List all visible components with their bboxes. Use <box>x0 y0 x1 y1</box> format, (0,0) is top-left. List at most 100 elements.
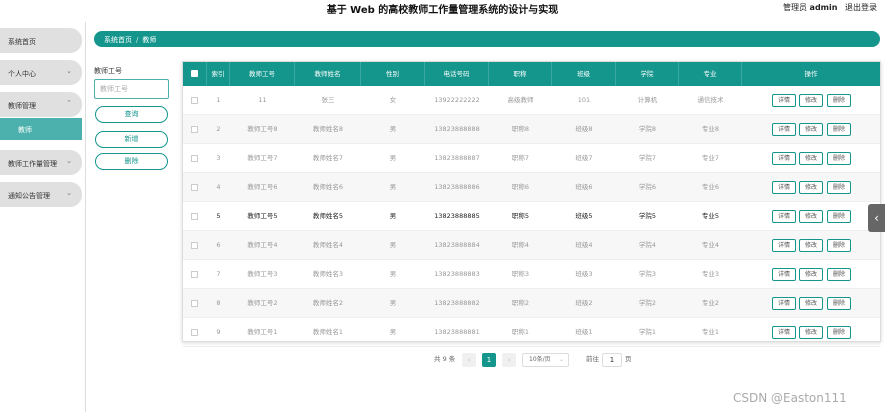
goto-page-input[interactable]: 1 <box>602 353 622 367</box>
search-input[interactable] <box>94 79 169 99</box>
cell-college: 计算机 <box>637 96 658 104</box>
cell-gender: 男 <box>389 241 397 249</box>
delete-button[interactable]: 删除 <box>827 297 851 310</box>
cell-major: 专业1 <box>701 328 720 336</box>
cell-phone: 13823888882 <box>434 299 480 307</box>
cell-title: 职称3 <box>511 270 530 278</box>
delete-button[interactable]: 删除 <box>95 153 168 170</box>
breadcrumb: 系统首页 / 教师 <box>94 31 880 47</box>
column-header: 教师姓名 <box>295 62 361 86</box>
cell-gender: 男 <box>389 299 397 307</box>
row-checkbox[interactable] <box>191 242 198 249</box>
cell-name: 教师姓名5 <box>312 212 344 220</box>
cell-class: 班级7 <box>575 154 593 162</box>
cell-phone: 13823888883 <box>434 270 480 278</box>
row-checkbox[interactable] <box>191 329 198 336</box>
detail-button[interactable]: 详情 <box>772 123 796 136</box>
delete-button[interactable]: 删除 <box>827 94 851 107</box>
row-checkbox[interactable] <box>191 213 198 220</box>
cell-phone: 13823888886 <box>434 183 480 191</box>
sidebar-item-label: 教师管理 <box>8 102 36 110</box>
goto-label: 前往 <box>586 355 599 363</box>
edit-button[interactable]: 修改 <box>799 123 823 136</box>
cell-major: 专业7 <box>701 154 720 162</box>
row-checkbox[interactable] <box>191 300 198 307</box>
chevron-up-icon: ⌃ <box>66 99 72 107</box>
detail-button[interactable]: 详情 <box>772 239 796 252</box>
edit-button[interactable]: 修改 <box>799 268 823 281</box>
admin-label: 管理员 admin <box>783 2 837 13</box>
cell-name: 教师姓名7 <box>312 154 344 162</box>
delete-button[interactable]: 删除 <box>827 210 851 223</box>
edit-button[interactable]: 修改 <box>799 152 823 165</box>
admin-name: admin <box>809 3 838 12</box>
add-button[interactable]: 新增 <box>95 131 168 148</box>
sidebar-item-teacher-mgmt[interactable]: 教师管理 ⌃ <box>0 92 82 117</box>
edit-button[interactable]: 修改 <box>799 239 823 252</box>
chevron-left-icon[interactable]: ‹ <box>868 204 885 232</box>
cell-name: 教师姓名4 <box>312 241 344 249</box>
detail-button[interactable]: 详情 <box>772 326 796 339</box>
detail-button[interactable]: 详情 <box>772 268 796 281</box>
next-page-button[interactable]: › <box>502 353 516 367</box>
column-header: 索引 <box>207 62 230 86</box>
delete-button[interactable]: 删除 <box>827 123 851 136</box>
sidebar-item-workload-mgmt[interactable]: 教师工作量管理 ⌄ <box>0 150 82 175</box>
sidebar-item-notice-mgmt[interactable]: 通知公告管理 ⌄ <box>0 182 82 207</box>
prev-page-button[interactable]: ‹ <box>462 353 476 367</box>
cell-name: 教师姓名3 <box>312 270 344 278</box>
page-size-select[interactable]: 10条/页 ⌄ <box>522 353 569 367</box>
page-button[interactable]: 1 <box>482 353 496 367</box>
sidebar-item-personal[interactable]: 个人中心 ⌄ <box>0 60 82 85</box>
detail-button[interactable]: 详情 <box>772 181 796 194</box>
cell-class: 班级5 <box>575 212 593 220</box>
query-button[interactable]: 查询 <box>95 106 168 123</box>
sidebar: 系统首页 个人中心 ⌄ 教师管理 ⌃ 教师 教师工作量管理 ⌄ 通知公告管理 ⌄ <box>0 22 86 412</box>
cell-index: 5 <box>216 212 221 220</box>
row-checkbox[interactable] <box>191 97 198 104</box>
detail-button[interactable]: 详情 <box>772 152 796 165</box>
sidebar-item-label: 系统首页 <box>8 38 36 46</box>
breadcrumb-home[interactable]: 系统首页 <box>104 36 132 44</box>
cell-index: 1 <box>216 96 221 104</box>
cell-id: 教师工号2 <box>247 299 278 307</box>
logout-link[interactable]: 退出登录 <box>845 2 877 13</box>
row-checkbox[interactable] <box>191 126 198 133</box>
edit-button[interactable]: 修改 <box>799 94 823 107</box>
delete-button[interactable]: 删除 <box>827 152 851 165</box>
cell-college: 学院2 <box>638 299 657 307</box>
delete-button[interactable]: 删除 <box>827 268 851 281</box>
table-row: 7 教师工号3 教师姓名3 男 13823888883 职称3 班级3 学院3 专业3 详情 修改删… <box>183 260 880 289</box>
detail-button[interactable]: 详情 <box>772 94 796 107</box>
cell-gender: 女 <box>389 96 397 104</box>
cell-class: 班级1 <box>575 328 593 336</box>
delete-button[interactable]: 删除 <box>827 326 851 339</box>
delete-button[interactable]: 删除 <box>827 239 851 252</box>
row-checkbox[interactable] <box>191 271 198 278</box>
row-checkbox[interactable] <box>191 184 198 191</box>
select-all-checkbox[interactable] <box>191 70 198 77</box>
edit-button[interactable]: 修改 <box>799 326 823 339</box>
cell-class: 班级3 <box>575 270 593 278</box>
sidebar-subitem-teacher[interactable]: 教师 <box>0 118 82 140</box>
row-checkbox[interactable] <box>191 155 198 162</box>
edit-button[interactable]: 修改 <box>799 181 823 194</box>
column-header: 专业 <box>679 62 742 86</box>
column-header: 电话号码 <box>425 62 489 86</box>
sidebar-item-home[interactable]: 系统首页 <box>0 28 82 53</box>
detail-button[interactable]: 详情 <box>772 210 796 223</box>
cell-phone: 13922222222 <box>434 96 480 104</box>
select-all-cell <box>183 62 207 86</box>
detail-button[interactable]: 详情 <box>772 297 796 310</box>
cell-name: 教师姓名2 <box>312 299 344 307</box>
column-header: 性别 <box>361 62 425 86</box>
table-row: 1 11 张三女 13922222222 高级教师 101 计算机 通信技术 详情 修改 删除 <box>183 86 880 115</box>
cell-college: 学院6 <box>638 183 657 191</box>
page-size-value: 10条/页 <box>529 356 551 363</box>
edit-button[interactable]: 修改 <box>799 297 823 310</box>
edit-button[interactable]: 修改 <box>799 210 823 223</box>
cell-gender: 男 <box>389 212 397 220</box>
cell-phone: 13823888888 <box>434 125 480 133</box>
delete-button[interactable]: 删除 <box>827 181 851 194</box>
table-row: 8 教师工号2 教师姓名2 男 13823888882 职称2 班级2 学院2 专业2 详情 修改删… <box>183 289 880 318</box>
